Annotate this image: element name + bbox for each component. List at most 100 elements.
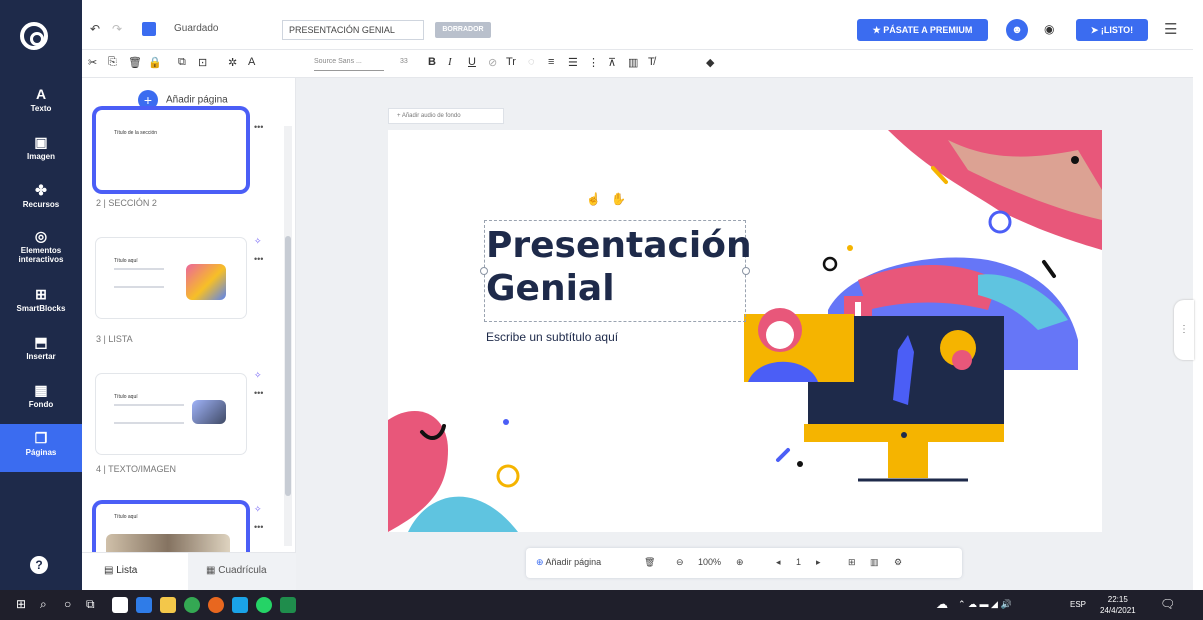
text-color-icon[interactable]: A [248, 56, 255, 68]
underline-icon[interactable]: U [468, 56, 476, 68]
whatsapp-icon[interactable] [256, 597, 272, 613]
view-list-button[interactable]: ▤ Lista [104, 565, 137, 576]
edge-icon[interactable] [232, 597, 248, 613]
highlight-icon[interactable]: ◌ [528, 56, 535, 68]
windows-start-icon[interactable]: ⊞ [16, 597, 26, 611]
presentation-title-input[interactable]: PRESENTACIÓN GENIAL [282, 20, 424, 40]
page-options-icon[interactable]: ••• [254, 122, 263, 132]
grid-view-icon[interactable]: ⊞ [848, 557, 856, 568]
align-left-icon[interactable]: ≡ [548, 56, 554, 68]
zoom-in-icon[interactable]: ⊕ [736, 557, 744, 568]
bold-icon[interactable]: B [428, 56, 436, 68]
clock[interactable]: 22:15 24/4/2021 [1100, 594, 1136, 616]
cortana-icon[interactable]: ○ [64, 597, 71, 611]
magic-wand-icon[interactable]: ✧ [254, 370, 262, 381]
collaborator-avatar[interactable]: ☻ [1006, 19, 1028, 41]
align-icon[interactable]: ⊡ [198, 56, 207, 69]
pages-panel: + Añadir página Título de la sección ••• … [82, 78, 296, 590]
undo-icon[interactable]: ↶ [90, 22, 100, 36]
ring-decoration [988, 210, 1012, 234]
list-icon[interactable]: ☰ [568, 56, 578, 69]
scrollbar-thumb[interactable] [285, 236, 291, 496]
rail-item-imagen[interactable]: ▣ Imagen [0, 128, 82, 176]
page-options-icon[interactable]: ••• [254, 388, 263, 398]
copy-icon[interactable]: ⎘ [108, 56, 117, 69]
cut-icon[interactable]: ✂ [88, 56, 97, 69]
rail-item-label: Imagen [26, 152, 55, 161]
page-options-icon[interactable]: ••• [254, 254, 263, 264]
font-family-select[interactable]: Source Sans ... [314, 55, 384, 71]
weather-icon[interactable]: ☁ [936, 597, 948, 611]
slide-canvas[interactable]: ☝ ✋ Presentación Genial Escribe un subtít… [388, 130, 1102, 532]
rail-item-label: Texto [30, 104, 52, 113]
rail-item-recursos[interactable]: ✤ Recursos [0, 176, 82, 224]
italic-icon[interactable]: I [448, 56, 452, 68]
pages-scrollbar[interactable] [284, 126, 292, 546]
ready-button[interactable]: ➤ ¡LISTO! [1076, 19, 1148, 41]
text-style-icon[interactable]: Tr [506, 56, 516, 68]
page-thumbnail-2[interactable]: Título aquí [96, 238, 246, 318]
side-panel-toggle[interactable]: ⋮ [1174, 300, 1194, 360]
animation-icon[interactable]: ✋ [611, 192, 626, 206]
page-number[interactable]: 1 [796, 557, 801, 567]
chrome-icon[interactable] [184, 597, 200, 613]
lock-icon[interactable]: 🔒 [148, 56, 162, 69]
paint-bucket-icon[interactable]: ◆ [706, 56, 714, 69]
magic-wand-icon[interactable]: ✧ [254, 504, 262, 515]
system-tray-icons[interactable]: ⌃ ☁ ▬ ◢ 🔊 [958, 599, 1012, 610]
thumbnail-illustration [192, 400, 226, 424]
magic-wand-icon[interactable]: ✧ [254, 236, 262, 247]
excel-icon[interactable] [280, 597, 296, 613]
link-icon[interactable]: ⊘ [488, 56, 497, 69]
zoom-level: 100% [698, 557, 722, 567]
rail-item-label: Páginas [25, 448, 57, 457]
firefox-icon[interactable] [208, 597, 224, 613]
settings-icon[interactable]: ⚙ [894, 557, 902, 568]
spacing-icon[interactable]: ⊼ [608, 56, 616, 69]
preview-eye-icon[interactable]: ◉ [1044, 22, 1054, 36]
rail-item-insertar[interactable]: ⬒ Insertar [0, 328, 82, 376]
language-indicator[interactable]: ESP [1070, 600, 1086, 609]
rail-item-texto[interactable]: A Texto [0, 80, 82, 128]
mail-icon[interactable] [136, 597, 152, 613]
slide-title[interactable]: Presentación Genial [486, 224, 752, 310]
canvas-area: + Añadir audio de fondo ☝ ✋ Presentación… [296, 78, 1194, 590]
slide-subtitle[interactable]: Escribe un subtítulo aquí [486, 330, 618, 344]
file-explorer-icon[interactable] [160, 597, 176, 613]
search-icon[interactable]: ⌕ [40, 597, 47, 612]
rail-item-elementos-interactivos[interactable]: ◎ Elementos interactivos [0, 222, 82, 274]
layer-icon[interactable]: ⧉ [178, 56, 186, 69]
page-thumbnail-1[interactable]: Título de la sección [96, 110, 246, 190]
premium-button[interactable]: ★ PÁSATE A PREMIUM [857, 19, 988, 41]
numbered-list-icon[interactable]: ⋮ [588, 56, 599, 69]
delete-page-icon[interactable]: 🗑 [644, 557, 655, 568]
add-page-bottom-button[interactable]: ⊕ Añadir página [536, 557, 601, 568]
view-grid-button[interactable]: ▦ Cuadrícula [188, 553, 296, 591]
add-background-audio-button[interactable]: + Añadir audio de fondo [388, 108, 504, 124]
left-rail: A Texto ▣ Imagen ✤ Recursos ◎ Elementos … [0, 0, 82, 590]
zoom-out-icon[interactable]: ⊖ [676, 557, 684, 568]
help-icon[interactable]: ? [30, 556, 48, 574]
font-size-select[interactable]: 33 [400, 58, 408, 65]
store-icon[interactable] [112, 597, 128, 613]
task-view-icon[interactable]: ⧉ [86, 597, 95, 612]
layout-icon[interactable]: ▥ [870, 557, 879, 568]
interactivity-icon[interactable]: ☝ [586, 192, 601, 206]
rail-item-smartblocks[interactable]: ⊞ SmartBlocks [0, 280, 82, 328]
next-page-icon[interactable]: ▸ [816, 557, 821, 568]
delete-icon[interactable]: 🗑 [128, 56, 142, 69]
clear-format-icon[interactable]: T̸ [648, 56, 655, 68]
prev-page-icon[interactable]: ◂ [776, 557, 781, 568]
page-options-icon[interactable]: ••• [254, 522, 263, 532]
rail-item-fondo[interactable]: ▦ Fondo [0, 376, 82, 424]
columns-icon[interactable]: ▥ [628, 56, 638, 69]
effects-icon[interactable]: ✲ [228, 56, 237, 69]
notifications-icon[interactable]: 🗨 [1160, 597, 1175, 611]
redo-icon[interactable]: ↷ [112, 22, 122, 36]
add-page-button[interactable]: + Añadir página [138, 90, 228, 110]
rail-item-paginas[interactable]: ❐ Páginas [0, 424, 82, 472]
page-thumbnail-3[interactable]: Título aquí [96, 374, 246, 454]
genially-logo-icon[interactable] [20, 22, 48, 50]
menu-icon[interactable]: ☰ [1164, 20, 1177, 38]
person-face-left [766, 321, 794, 349]
